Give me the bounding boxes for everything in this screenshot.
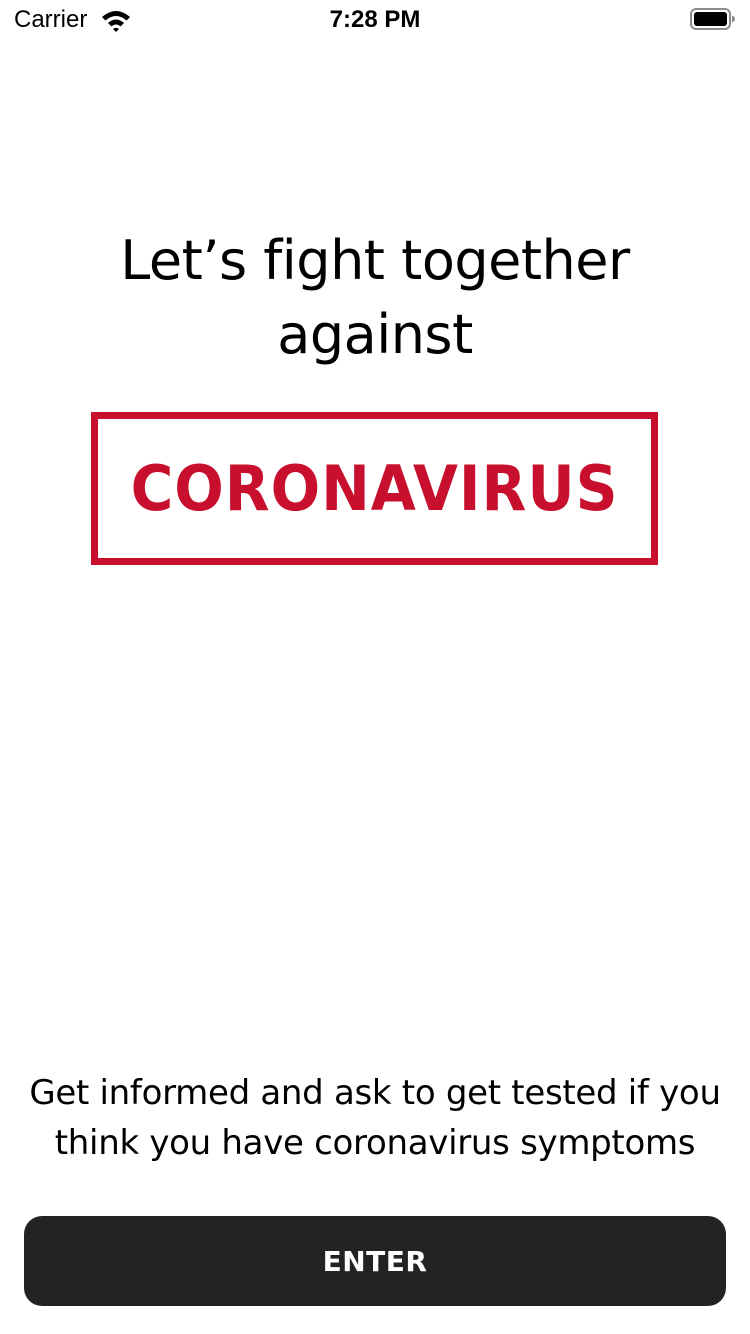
enter-button[interactable]: ENTER [24,1216,726,1306]
status-bar: Carrier 7:28 PM [0,0,750,40]
battery-icon [690,8,736,30]
info-text: Get informed and ask to get tested if yo… [29,1073,721,1163]
coronavirus-logo: CORONAVIRUS [91,412,658,565]
logo-text: CORONAVIRUS [130,452,619,525]
clock: 7:28 PM [329,6,421,33]
headline: Let’s fight together against [120,229,630,366]
